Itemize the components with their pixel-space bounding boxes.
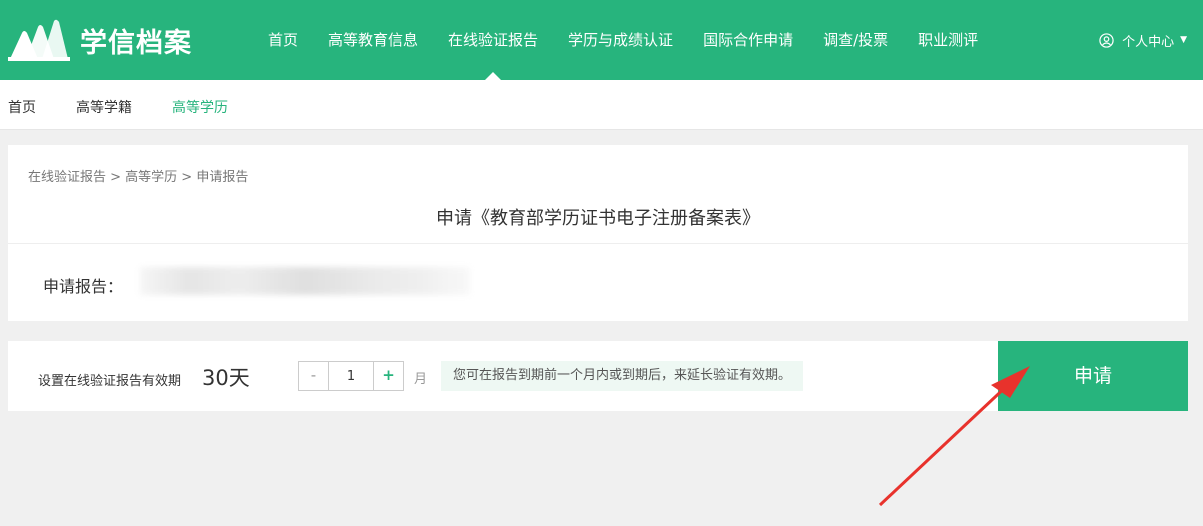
divider <box>8 243 1188 244</box>
sub-nav: 首页 高等学籍 高等学历 <box>0 80 1203 130</box>
user-center-label: 个人中心 <box>1122 34 1175 50</box>
nav-survey-vote[interactable]: 调查/投票 <box>808 0 903 80</box>
validity-hint: 您可在报告到期前一个月内或到期后，来延长验证有效期。 <box>441 361 804 391</box>
site-logo[interactable]: 学信档案 <box>8 18 192 62</box>
nav-higher-education-info[interactable]: 高等教育信息 <box>313 0 433 80</box>
report-card: 在线验证报告 > 高等学历 > 申请报告 申请《教育部学历证书电子注册备案表》 … <box>8 145 1188 321</box>
nav-home[interactable]: 首页 <box>253 0 313 80</box>
logo-icon <box>8 19 70 61</box>
increment-button[interactable]: + <box>374 362 403 390</box>
nav-international-cooperation[interactable]: 国际合作申请 <box>688 0 808 80</box>
nav-career-assessment[interactable]: 职业测评 <box>903 0 993 80</box>
validity-days: 30天 <box>202 366 250 390</box>
report-label: 申请报告： <box>43 277 124 296</box>
breadcrumb: 在线验证报告 > 高等学历 > 申请报告 <box>28 170 249 185</box>
subnav-higher-degree[interactable]: 高等学历 <box>172 97 228 117</box>
apply-button[interactable]: 申请 <box>998 341 1188 411</box>
page-title: 申请《教育部学历证书电子注册备案表》 <box>436 208 760 229</box>
subnav-home[interactable]: 首页 <box>8 97 36 117</box>
validity-label: 设置在线验证报告有效期 <box>38 374 182 389</box>
user-center-menu[interactable]: 个人中心 ▼ <box>1099 0 1187 80</box>
logo-text: 学信档案 <box>80 27 192 59</box>
nav-degree-transcript-certification[interactable]: 学历与成绩认证 <box>553 0 688 80</box>
nav-online-verification-report[interactable]: 在线验证报告 <box>433 0 553 80</box>
top-header: 学信档案 首页 高等教育信息 在线验证报告 学历与成绩认证 国际合作申请 调查/… <box>0 0 1203 80</box>
user-icon <box>1099 32 1114 48</box>
main-nav: 首页 高等教育信息 在线验证报告 学历与成绩认证 国际合作申请 调查/投票 职业… <box>253 0 993 80</box>
unit-label: 月 <box>414 372 428 387</box>
months-stepper: - + <box>298 361 404 391</box>
decrement-button[interactable]: - <box>299 362 328 390</box>
subnav-higher-enrollment[interactable]: 高等学籍 <box>76 97 132 117</box>
redacted-report-name <box>140 267 470 295</box>
caret-down-icon: ▼ <box>1180 35 1187 45</box>
months-input[interactable] <box>328 362 374 390</box>
